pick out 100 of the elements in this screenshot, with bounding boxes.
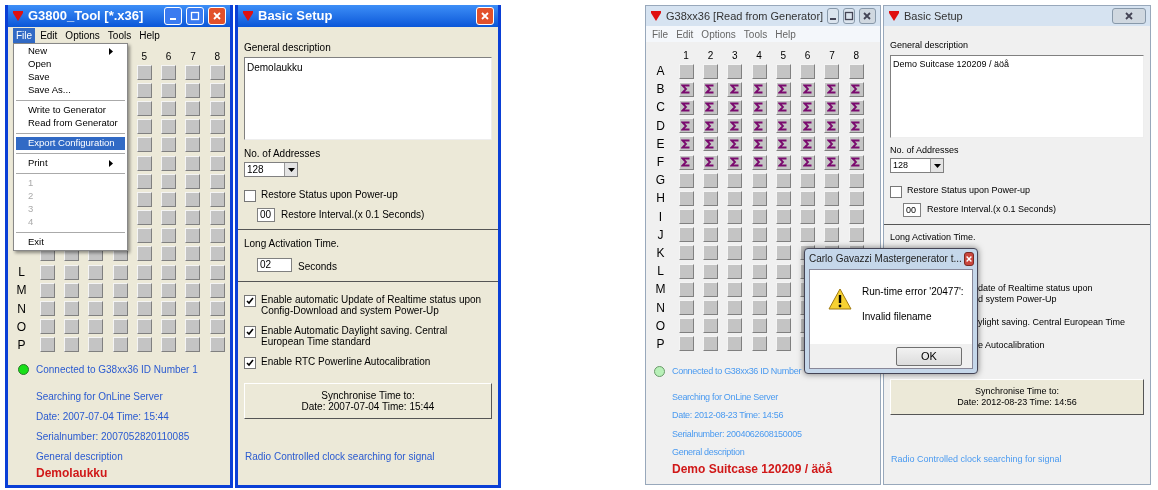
sigma-address-button[interactable] — [824, 99, 840, 115]
address-button[interactable] — [775, 190, 791, 206]
address-button[interactable] — [775, 227, 791, 243]
address-button[interactable] — [678, 263, 694, 279]
sigma-address-button[interactable] — [848, 118, 864, 134]
address-button[interactable] — [88, 319, 104, 335]
address-button[interactable] — [702, 227, 718, 243]
sigma-address-button[interactable] — [775, 81, 791, 97]
address-button[interactable] — [112, 301, 128, 317]
address-button[interactable] — [88, 337, 104, 353]
address-button[interactable] — [727, 209, 743, 225]
address-button[interactable] — [63, 301, 79, 317]
address-button[interactable] — [209, 228, 225, 244]
address-button[interactable] — [209, 210, 225, 226]
address-button[interactable] — [775, 209, 791, 225]
address-button[interactable] — [824, 63, 840, 79]
address-button[interactable] — [727, 336, 743, 352]
sigma-address-button[interactable] — [727, 99, 743, 115]
address-button[interactable] — [63, 337, 79, 353]
address-button[interactable] — [39, 337, 55, 353]
address-button[interactable] — [39, 301, 55, 317]
close-button[interactable] — [1112, 8, 1146, 24]
address-button[interactable] — [185, 82, 201, 98]
address-button[interactable] — [185, 173, 201, 189]
menu-item[interactable]: Help — [772, 26, 799, 42]
address-button[interactable] — [209, 155, 225, 171]
checkbox[interactable] — [244, 326, 256, 338]
addresses-dropdown[interactable]: 128 — [244, 162, 298, 177]
address-button[interactable] — [702, 263, 718, 279]
address-button[interactable] — [209, 301, 225, 317]
address-button[interactable] — [678, 245, 694, 261]
address-button[interactable] — [185, 337, 201, 353]
menu-item[interactable]: Exit — [16, 236, 125, 249]
sigma-address-button[interactable] — [775, 99, 791, 115]
address-button[interactable] — [800, 227, 816, 243]
address-button[interactable] — [185, 282, 201, 298]
sigma-address-button[interactable] — [824, 118, 840, 134]
address-button[interactable] — [751, 209, 767, 225]
sigma-address-button[interactable] — [678, 81, 694, 97]
address-button[interactable] — [161, 119, 177, 135]
address-button[interactable] — [848, 190, 864, 206]
sigma-address-button[interactable] — [751, 154, 767, 170]
sigma-address-button[interactable] — [727, 81, 743, 97]
address-button[interactable] — [161, 210, 177, 226]
address-button[interactable] — [136, 282, 152, 298]
address-button[interactable] — [161, 155, 177, 171]
synchronise-button[interactable]: Synchronise Time to: Date: 2012-08-23 Time: 14:56 — [890, 378, 1144, 415]
sigma-address-button[interactable] — [751, 136, 767, 152]
sigma-address-button[interactable] — [848, 154, 864, 170]
menu-item[interactable]: File — [649, 26, 672, 42]
sigma-address-button[interactable] — [824, 154, 840, 170]
address-button[interactable] — [185, 264, 201, 280]
address-button[interactable] — [209, 100, 225, 116]
sigma-address-button[interactable] — [678, 154, 694, 170]
address-button[interactable] — [39, 282, 55, 298]
address-button[interactable] — [727, 190, 743, 206]
address-button[interactable] — [727, 227, 743, 243]
address-button[interactable] — [112, 319, 128, 335]
address-button[interactable] — [775, 318, 791, 334]
address-button[interactable] — [112, 337, 128, 353]
menu-item[interactable]: Open — [16, 58, 125, 71]
address-button[interactable] — [209, 337, 225, 353]
address-button[interactable] — [800, 63, 816, 79]
address-button[interactable] — [727, 172, 743, 188]
close-button[interactable] — [963, 252, 974, 266]
address-button[interactable] — [161, 173, 177, 189]
address-button[interactable] — [775, 245, 791, 261]
address-button[interactable] — [702, 281, 718, 297]
menu-item[interactable]: File — [13, 27, 36, 43]
address-button[interactable] — [727, 318, 743, 334]
address-button[interactable] — [678, 63, 694, 79]
sigma-address-button[interactable] — [678, 99, 694, 115]
address-button[interactable] — [678, 172, 694, 188]
address-button[interactable] — [136, 210, 152, 226]
address-button[interactable] — [824, 227, 840, 243]
menu-item[interactable]: Write to Generator — [16, 104, 125, 117]
sigma-address-button[interactable] — [775, 118, 791, 134]
menu-item[interactable]: New — [16, 45, 125, 58]
address-button[interactable] — [209, 137, 225, 153]
address-button[interactable] — [702, 63, 718, 79]
sigma-address-button[interactable] — [751, 118, 767, 134]
address-button[interactable] — [161, 337, 177, 353]
address-button[interactable] — [161, 82, 177, 98]
address-button[interactable] — [751, 281, 767, 297]
address-button[interactable] — [136, 228, 152, 244]
address-button[interactable] — [136, 64, 152, 80]
sigma-address-button[interactable] — [751, 81, 767, 97]
menu-item[interactable]: Export Configuration — [16, 137, 125, 150]
address-button[interactable] — [185, 301, 201, 317]
address-button[interactable] — [161, 100, 177, 116]
address-button[interactable] — [112, 264, 128, 280]
address-button[interactable] — [678, 336, 694, 352]
sigma-address-button[interactable] — [678, 136, 694, 152]
address-button[interactable] — [209, 173, 225, 189]
menu-item[interactable]: Print — [16, 157, 125, 170]
address-button[interactable] — [112, 282, 128, 298]
address-button[interactable] — [136, 264, 152, 280]
menu-item[interactable]: Edit — [37, 27, 61, 43]
address-button[interactable] — [88, 264, 104, 280]
address-button[interactable] — [161, 282, 177, 298]
